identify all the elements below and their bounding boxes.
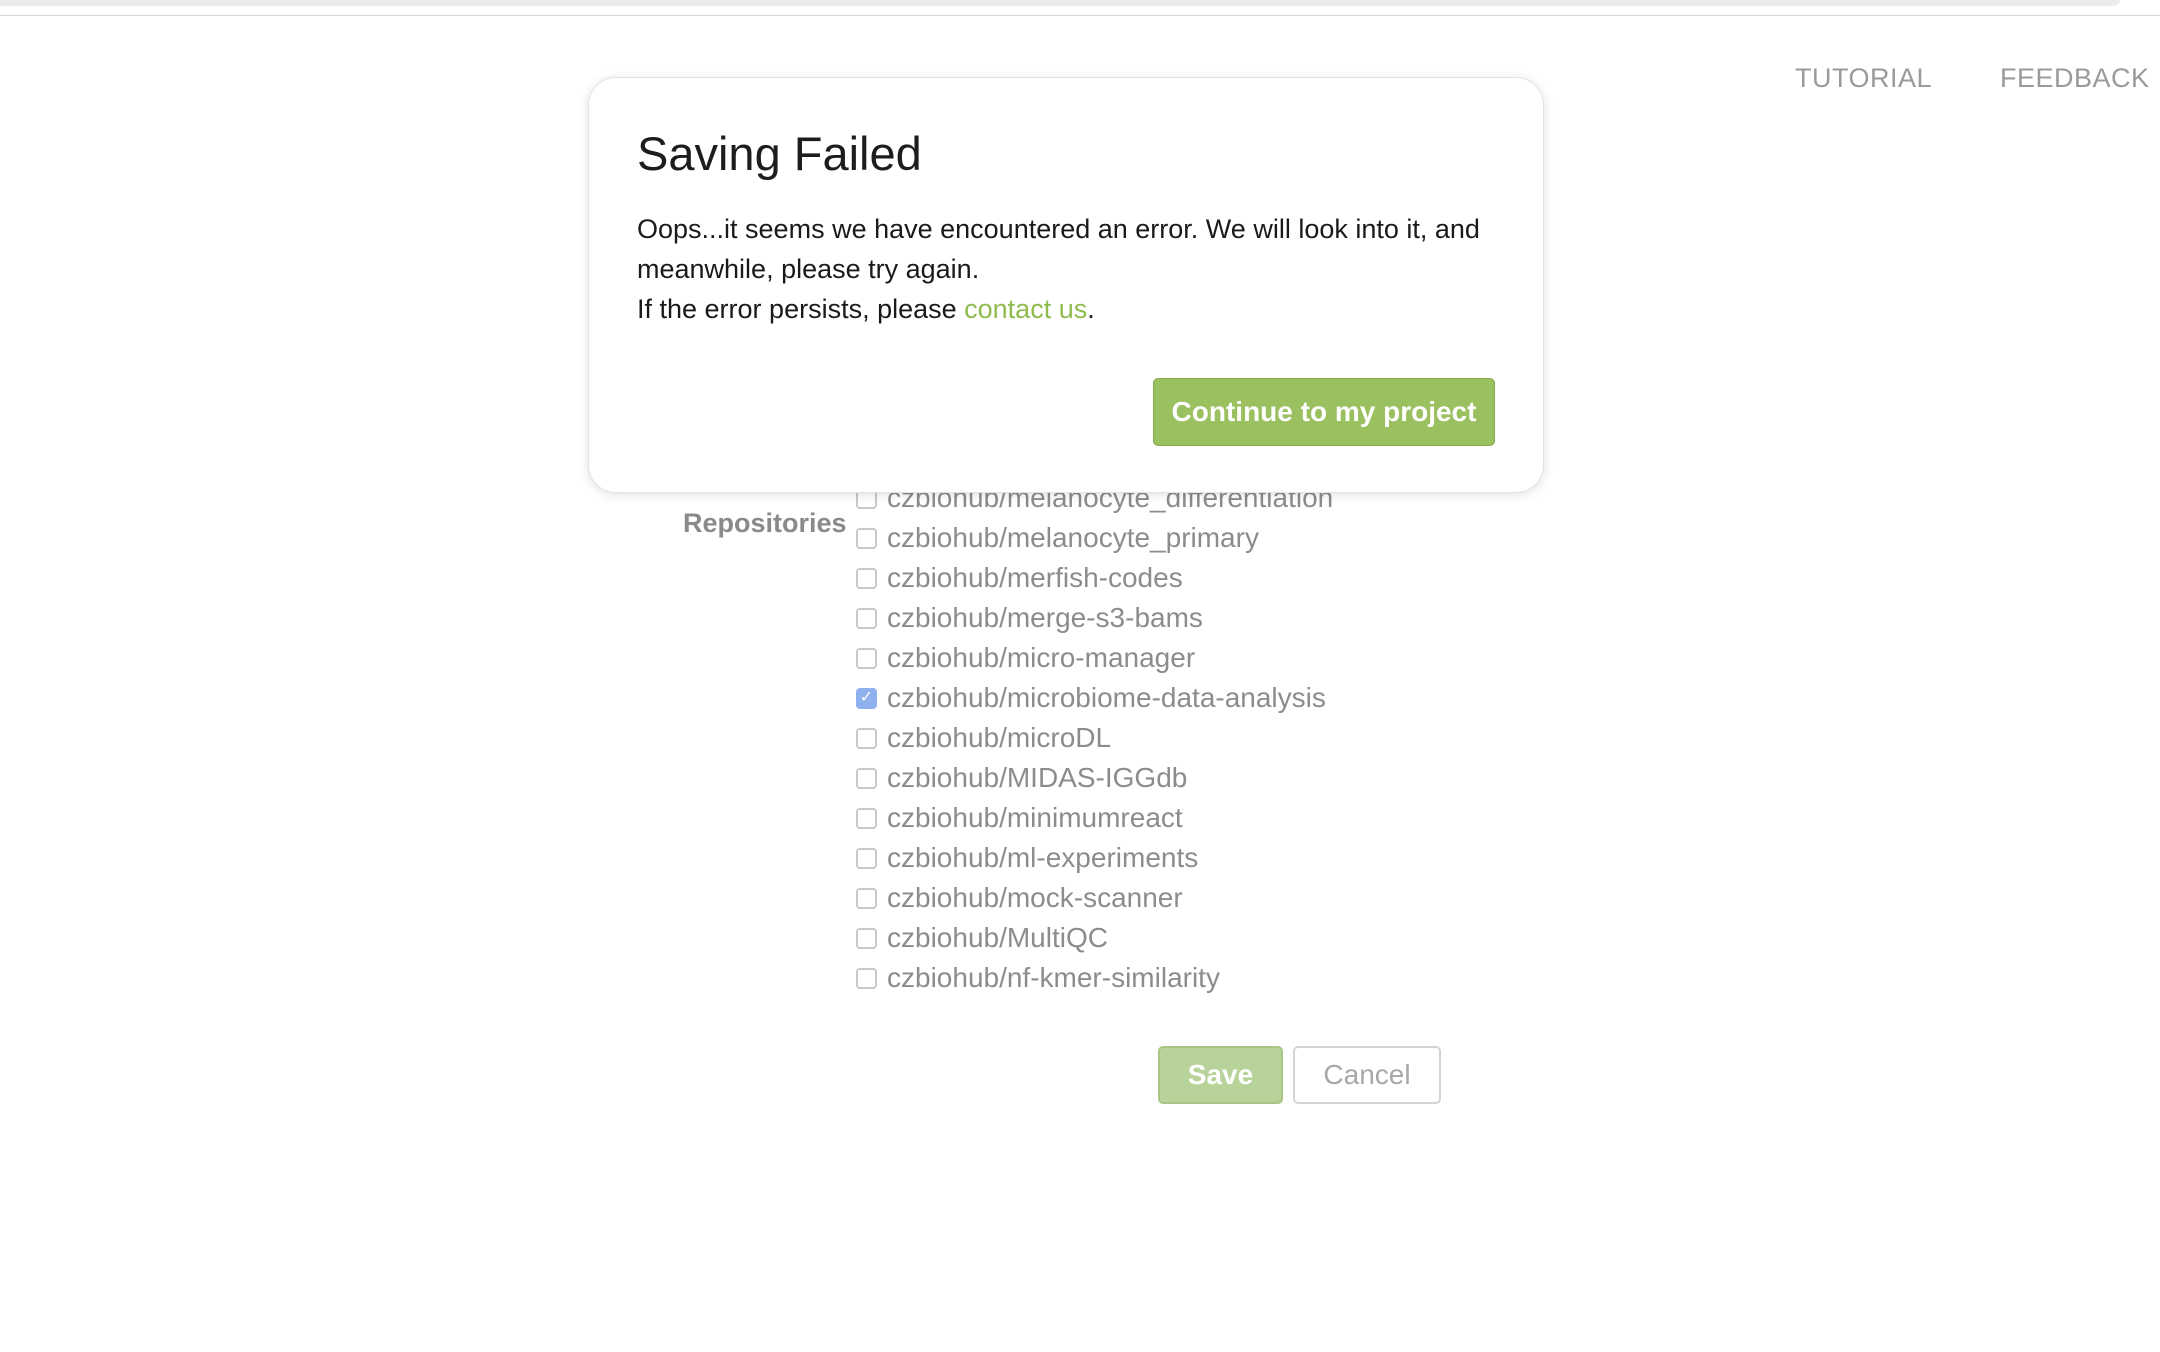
repository-item[interactable]: ✓ czbiohub/microbiome-data-analysis (856, 678, 1333, 718)
repository-name: czbiohub/nf-kmer-similarity (887, 962, 1220, 993)
repository-checkbox[interactable] (856, 847, 877, 869)
checkmark-icon: ✓ (859, 689, 874, 706)
repository-name: czbiohub/melanocyte_primary (887, 522, 1259, 553)
nav-feedback-link[interactable]: FEEDBACK (2000, 58, 2150, 98)
repository-name: czbiohub/ml-experiments (887, 842, 1199, 873)
continue-to-project-button[interactable]: Continue to my project (1153, 378, 1495, 446)
repository-item[interactable]: czbiohub/nf-kmer-similarity (856, 958, 1333, 998)
modal-message-line2: If the error persists, please contact us… (637, 289, 1497, 329)
repository-item[interactable]: czbiohub/merge-s3-bams (856, 598, 1333, 638)
repository-name: czbiohub/merge-s3-bams (887, 602, 1203, 633)
repository-item[interactable]: czbiohub/merfish-codes (856, 558, 1333, 598)
error-modal: Saving Failed Oops...it seems we have en… (588, 77, 1544, 493)
repository-name: czbiohub/merfish-codes (887, 562, 1183, 593)
repository-item[interactable]: czbiohub/microDL (856, 718, 1333, 758)
repository-checkbox[interactable] (856, 807, 877, 829)
repository-checkbox[interactable] (856, 607, 877, 629)
repository-name: czbiohub/MultiQC (887, 922, 1108, 953)
modal-message-prefix: If the error persists, please (637, 294, 965, 324)
repository-item[interactable]: czbiohub/ml-experiments (856, 838, 1333, 878)
repository-name: czbiohub/MIDAS-IGGdb (887, 762, 1188, 793)
repository-item[interactable]: czbiohub/mock-scanner (856, 878, 1333, 918)
repository-checkbox[interactable] (856, 727, 877, 749)
save-button[interactable]: Save (1158, 1046, 1283, 1104)
repository-name: czbiohub/mock-scanner (887, 882, 1183, 913)
repository-list: czbiohub/melanocyte_differentiation czbi… (856, 478, 1333, 998)
repository-item[interactable]: czbiohub/melanocyte_primary (856, 518, 1333, 558)
repositories-label: Repositories (683, 508, 847, 538)
repository-checkbox[interactable] (856, 567, 877, 589)
repository-checkbox[interactable] (856, 767, 877, 789)
repository-checkbox-checked[interactable]: ✓ (856, 687, 877, 709)
repository-item[interactable]: czbiohub/minimumreact (856, 798, 1333, 838)
repository-name: czbiohub/microbiome-data-analysis (887, 682, 1326, 713)
repository-item[interactable]: czbiohub/MultiQC (856, 918, 1333, 958)
header-divider (0, 15, 2160, 16)
repository-item[interactable]: czbiohub/micro-manager (856, 638, 1333, 678)
repository-checkbox[interactable] (856, 927, 877, 949)
repository-name: czbiohub/microDL (887, 722, 1112, 753)
repository-checkbox[interactable] (856, 647, 877, 669)
repository-name: czbiohub/minimumreact (887, 802, 1183, 833)
repository-checkbox[interactable] (856, 527, 877, 549)
repository-item[interactable]: czbiohub/MIDAS-IGGdb (856, 758, 1333, 798)
modal-message-suffix: . (1087, 294, 1095, 324)
modal-message-line1: Oops...it seems we have encountered an e… (637, 214, 1480, 284)
repository-checkbox[interactable] (856, 967, 877, 989)
cancel-button[interactable]: Cancel (1293, 1046, 1441, 1104)
modal-title: Saving Failed (637, 127, 922, 180)
nav-tutorial-link[interactable]: TUTORIAL (1795, 58, 1932, 98)
contact-us-link[interactable]: contact us (964, 294, 1087, 324)
browser-top-strip (0, 0, 2120, 6)
repository-checkbox[interactable] (856, 887, 877, 909)
modal-message: Oops...it seems we have encountered an e… (637, 209, 1497, 329)
repository-name: czbiohub/micro-manager (887, 642, 1196, 673)
